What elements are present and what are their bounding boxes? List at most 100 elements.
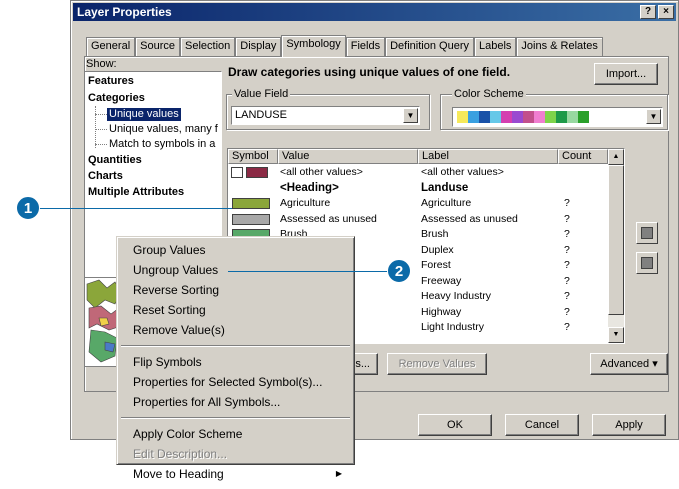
scroll-down-icon[interactable]: ▼ xyxy=(608,327,624,343)
ok-button[interactable]: OK xyxy=(418,414,492,436)
menu-edit-description: Edit Description... xyxy=(133,447,228,461)
color-ramp-swatch xyxy=(578,111,589,123)
tab-joins-relates[interactable]: Joins & Relates xyxy=(516,37,603,56)
chevron-down-icon: ▼ xyxy=(403,108,418,123)
scroll-up-icon[interactable]: ▲ xyxy=(608,149,624,165)
row-count: ? xyxy=(564,305,570,318)
callout-2: 2 xyxy=(387,259,411,283)
tab-definition-query[interactable]: Definition Query xyxy=(385,37,474,56)
row-value: Agriculture xyxy=(280,197,331,209)
row-value: <all other values> xyxy=(280,166,363,178)
row-count: ? xyxy=(564,243,570,256)
col-value[interactable]: Value xyxy=(278,149,418,164)
advanced-label: Advanced xyxy=(600,358,650,370)
table-row[interactable]: <Heading> Landuse xyxy=(228,182,608,194)
row-label: Light Industry xyxy=(421,321,485,333)
menu-apply-color-scheme[interactable]: Apply Color Scheme xyxy=(133,425,242,443)
value-field-value: LANDUSE xyxy=(235,109,287,121)
table-row[interactable]: Agriculture Agriculture? xyxy=(228,197,608,209)
row-label: Forest xyxy=(421,259,451,271)
menu-properties-selected[interactable]: Properties for Selected Symbol(s)... xyxy=(133,373,322,391)
symbol-swatch[interactable] xyxy=(232,198,270,209)
row-count: ? xyxy=(564,212,570,225)
help-button[interactable]: ? xyxy=(640,5,656,19)
tree-item-unique-values[interactable]: Unique values xyxy=(107,108,181,121)
tab-labels[interactable]: Labels xyxy=(473,37,517,56)
row-value: Assessed as unused xyxy=(280,212,377,225)
menu-reverse-sorting[interactable]: Reverse Sorting xyxy=(133,281,219,299)
menu-reset-sorting[interactable]: Reset Sorting xyxy=(133,301,206,319)
tree-item-match-symbols[interactable]: Match to symbols in a xyxy=(109,138,215,151)
value-field-select[interactable]: LANDUSE ▼ xyxy=(231,106,420,125)
color-ramp-swatch xyxy=(567,111,578,123)
color-ramp-swatch xyxy=(468,111,479,123)
row-value: <Heading> xyxy=(280,181,339,194)
callout-2-line xyxy=(228,271,398,272)
move-up-button[interactable] xyxy=(636,222,658,244)
tab-source[interactable]: Source xyxy=(135,37,180,56)
row-label: Brush xyxy=(421,228,449,240)
col-symbol[interactable]: Symbol xyxy=(228,149,278,164)
menu-remove-values[interactable]: Remove Value(s) xyxy=(133,321,225,339)
callout-1: 1 xyxy=(16,196,40,220)
color-scheme-label: Color Scheme xyxy=(452,88,526,100)
move-down-button[interactable] xyxy=(636,252,658,274)
menu-group-values[interactable]: Group Values xyxy=(133,241,206,259)
color-ramp-swatch xyxy=(479,111,490,123)
symbol-swatch[interactable] xyxy=(246,167,268,178)
table-row[interactable]: <all other values> <all other values> xyxy=(228,166,608,178)
row-label: <all other values> xyxy=(421,166,504,178)
color-ramp xyxy=(457,111,589,123)
tree-item-multiple-attributes[interactable]: Multiple Attributes xyxy=(88,186,184,199)
tree-item-charts[interactable]: Charts xyxy=(88,170,123,183)
tree-item-features[interactable]: Features xyxy=(88,75,134,88)
tab-selection[interactable]: Selection xyxy=(180,37,236,56)
row-label: Duplex xyxy=(421,243,454,256)
show-label: Show: xyxy=(86,58,117,70)
submenu-arrow-icon: ▶ xyxy=(335,469,342,478)
color-ramp-swatch xyxy=(556,111,567,123)
menu-move-to-heading[interactable]: Move to Heading xyxy=(133,465,224,483)
title-bar: Layer Properties ? × xyxy=(73,3,676,21)
col-label[interactable]: Label xyxy=(418,149,558,164)
symbol-swatch[interactable] xyxy=(231,167,243,178)
chevron-down-icon: ▼ xyxy=(646,109,661,124)
row-label: Agriculture xyxy=(421,197,472,209)
symbology-heading: Draw categories using unique values of o… xyxy=(228,65,511,79)
menu-ungroup-values[interactable]: Ungroup Values xyxy=(133,261,218,279)
row-count: ? xyxy=(564,259,570,271)
scroll-thumb[interactable] xyxy=(608,165,624,315)
tab-fields[interactable]: Fields xyxy=(345,37,386,56)
color-scheme-select[interactable]: ▼ xyxy=(452,107,663,127)
tree-item-unique-values-many[interactable]: Unique values, many f xyxy=(109,123,218,136)
tree-item-categories[interactable]: Categories xyxy=(88,92,145,105)
row-count: ? xyxy=(564,321,570,333)
apply-button[interactable]: Apply xyxy=(592,414,666,436)
row-label: Landuse xyxy=(421,181,469,194)
menu-separator xyxy=(121,345,350,347)
row-label: Assessed as unused xyxy=(421,212,518,225)
symbol-swatch[interactable] xyxy=(232,213,270,225)
tab-display[interactable]: Display xyxy=(235,37,282,56)
color-ramp-swatch xyxy=(501,111,512,123)
menu-flip-symbols[interactable]: Flip Symbols xyxy=(133,353,202,371)
table-header: Symbol Value Label Count xyxy=(228,149,608,164)
advanced-button[interactable]: Advanced ▾ xyxy=(590,353,668,375)
dialog-title: Layer Properties xyxy=(77,5,172,19)
close-button[interactable]: × xyxy=(658,5,674,19)
menu-properties-all[interactable]: Properties for All Symbols... xyxy=(133,393,280,411)
color-ramp-swatch xyxy=(534,111,545,123)
table-row[interactable]: Assessed as unused Assessed as unused? xyxy=(228,213,608,225)
color-ramp-swatch xyxy=(512,111,523,123)
col-count[interactable]: Count xyxy=(558,149,608,164)
row-count: ? xyxy=(564,228,570,240)
tab-general[interactable]: General xyxy=(86,37,136,56)
cancel-button[interactable]: Cancel xyxy=(505,414,579,436)
color-ramp-swatch xyxy=(490,111,501,123)
tab-symbology[interactable]: Symbology xyxy=(281,35,346,57)
import-button[interactable]: Import... xyxy=(594,63,658,85)
tree-item-quantities[interactable]: Quantities xyxy=(88,154,142,167)
table-scrollbar[interactable]: ▲ ▼ xyxy=(608,149,624,343)
menu-separator xyxy=(121,417,350,419)
remove-values-button[interactable]: Remove Values xyxy=(387,353,487,375)
